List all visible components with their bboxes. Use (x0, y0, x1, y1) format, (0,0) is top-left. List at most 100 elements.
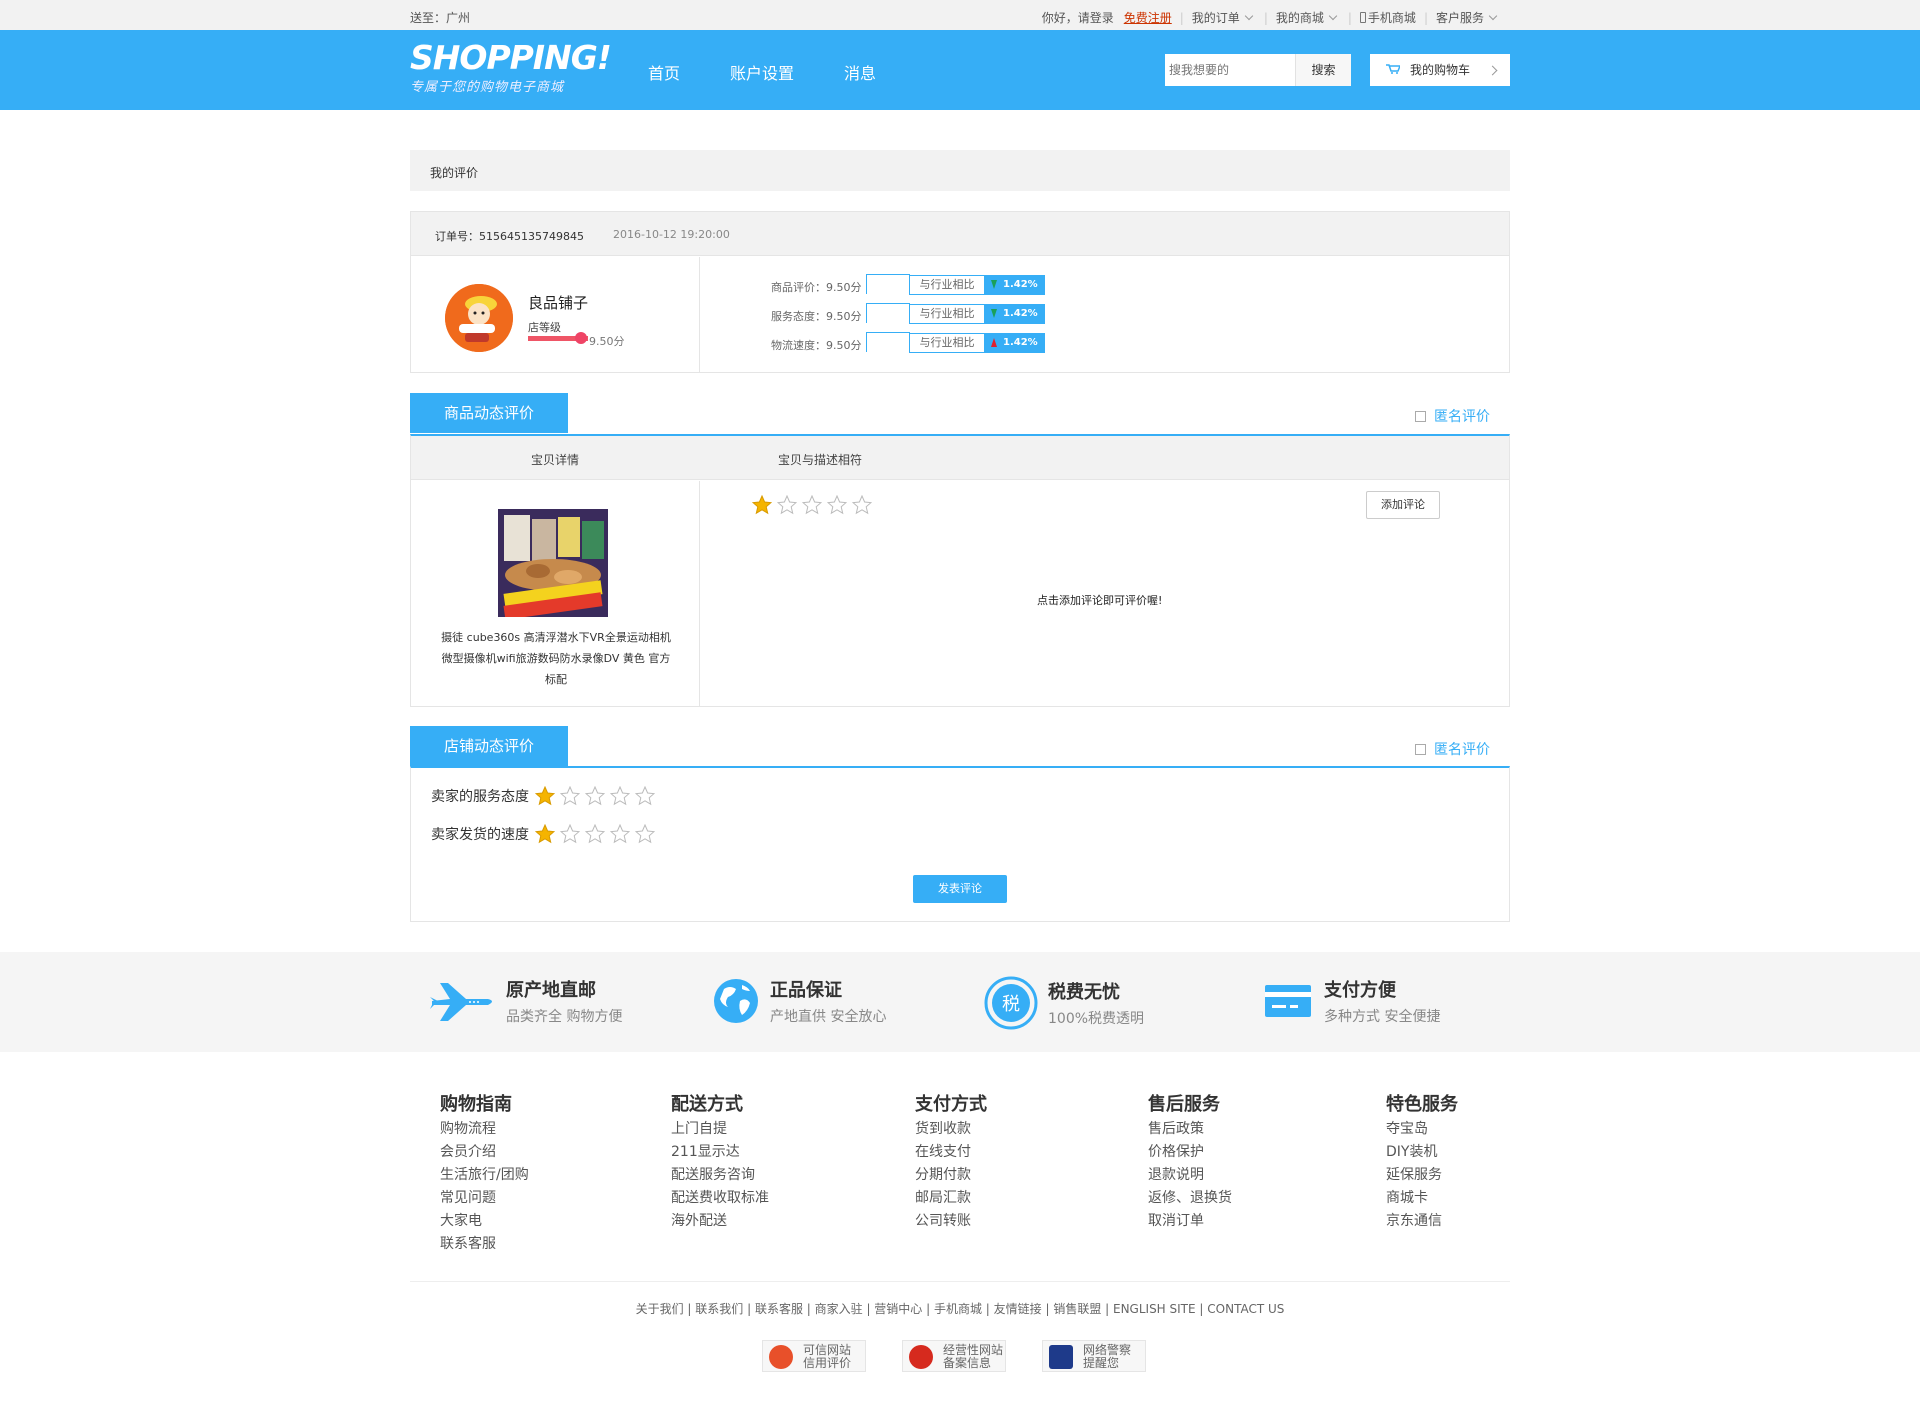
rating-pct: 1.42% (985, 275, 1045, 295)
tab-shop-review[interactable]: 店铺动态评价 (410, 726, 568, 766)
footer-links[interactable]: 关于我们 | 联系我们 | 联系客服 | 商家入驻 | 营销中心 | 手机商城 … (0, 1300, 1920, 1317)
anonymous-toggle-product[interactable]: 匿名评价 (1415, 406, 1490, 426)
star-empty-icon[interactable] (560, 824, 580, 844)
badge-line: 经营性网站 (943, 1343, 1004, 1357)
star-empty-icon[interactable] (827, 495, 847, 515)
footer-link[interactable]: 价格保护 (1148, 1141, 1232, 1164)
search-input[interactable] (1165, 54, 1293, 86)
star-empty-icon[interactable] (635, 824, 655, 844)
header: SHOPPING! 专属于您的购物电子商城 首页 账户设置 消息 搜索 我的购物… (0, 30, 1920, 110)
shop-name[interactable]: 良品铺子 (528, 292, 588, 313)
footer-link[interactable]: DIY装机 (1386, 1141, 1458, 1164)
star-empty-icon[interactable] (635, 786, 655, 806)
feature-strip: 原产地直邮 品类齐全 购物方便 正品保证 产地直供 安全放心 税 税费无忧 10… (0, 952, 1920, 1052)
footer-col-payment: 支付方式 货到收款 在线支付 分期付款 邮局汇款 公司转账 (915, 1090, 987, 1233)
customer-service-menu[interactable]: 客户服务 (1436, 9, 1484, 26)
footer-divider (410, 1281, 1510, 1282)
footer-link[interactable]: 会员介绍 (440, 1141, 529, 1164)
nav-account-settings[interactable]: 账户设置 (730, 60, 794, 84)
badge-line: 可信网站 (803, 1343, 852, 1357)
product-name[interactable]: 摄徒 cube360s 高清浮潜水下VR全景运动相机微型摄像机wifi旅游数码防… (437, 627, 675, 690)
footer-link[interactable]: 售后政策 (1148, 1118, 1232, 1141)
badge-line: 网络警察 (1083, 1343, 1132, 1357)
footer-link[interactable]: 211显示达 (671, 1141, 769, 1164)
product-image[interactable] (498, 509, 608, 617)
rating-compare: 与行业相比 (909, 275, 985, 295)
footer-link[interactable]: 联系客服 (440, 1233, 529, 1256)
anonymous-toggle-shop[interactable]: 匿名评价 (1415, 739, 1490, 759)
star-empty-icon[interactable] (852, 495, 872, 515)
star-empty-icon[interactable] (585, 824, 605, 844)
nav-home[interactable]: 首页 (648, 60, 680, 84)
footer-link[interactable]: 常见问题 (440, 1187, 529, 1210)
trust-badges: 可信网站 信用评价 经营性网站 备案信息 网络警察 提醒您 (762, 1340, 1182, 1372)
order-number: 订单号：515645135749845 (435, 230, 584, 243)
ship-to-location[interactable]: 送至：广州 (410, 9, 470, 26)
footer-link[interactable]: 夺宝岛 (1386, 1118, 1458, 1141)
shop-logo[interactable] (445, 284, 513, 352)
nav-messages[interactable]: 消息 (844, 60, 876, 84)
footer-link[interactable]: 延保服务 (1386, 1164, 1458, 1187)
anonymous-checkbox[interactable] (1415, 743, 1426, 755)
tax-icon: 税 (984, 976, 1038, 1030)
service-attitude-stars[interactable] (535, 786, 660, 806)
chevron-right-icon (1487, 65, 1498, 76)
star-filled-icon[interactable] (752, 495, 772, 515)
my-orders-menu[interactable]: 我的订单 (1192, 9, 1240, 26)
footer-link[interactable]: 分期付款 (915, 1164, 987, 1187)
star-filled-icon[interactable] (535, 786, 555, 806)
submit-review-button[interactable]: 发表评论 (913, 875, 1007, 903)
chevron-down-icon (1328, 11, 1338, 21)
tab-product-review[interactable]: 商品动态评价 (410, 393, 568, 433)
footer-link[interactable]: 大家电 (440, 1210, 529, 1233)
footer-link[interactable]: 购物流程 (440, 1118, 529, 1141)
credit-badge-icon (769, 1345, 793, 1369)
rating-label: 物流速度：9.50分 (771, 339, 862, 352)
top-links: 你好，请登录 免费注册 | 我的订单 | 我的商城 | 手机商城 | 客户服务 (1042, 9, 1500, 26)
page-title: 我的评价 (430, 166, 479, 180)
star-filled-icon[interactable] (535, 824, 555, 844)
add-comment-button[interactable]: 添加评论 (1366, 491, 1440, 519)
footer-link[interactable]: 货到收款 (915, 1118, 987, 1141)
star-empty-icon[interactable] (610, 824, 630, 844)
register-link[interactable]: 免费注册 (1124, 9, 1172, 26)
shop-score: 9.50分 (589, 335, 625, 348)
badge-police[interactable]: 网络警察 提醒您 (1042, 1340, 1146, 1372)
badge-line: 信用评价 (803, 1356, 852, 1370)
footer-link[interactable]: 生活旅行/团购 (440, 1164, 529, 1187)
footer-link[interactable]: 商城卡 (1386, 1187, 1458, 1210)
badge-registration[interactable]: 经营性网站 备案信息 (902, 1340, 1006, 1372)
footer-link[interactable]: 公司转账 (915, 1210, 987, 1233)
star-empty-icon[interactable] (560, 786, 580, 806)
col-product-details: 宝贝详情 (531, 453, 580, 467)
footer-col-title: 配送方式 (671, 1094, 743, 1115)
footer-link[interactable]: 配送服务咨询 (671, 1164, 769, 1187)
footer-link[interactable]: 上门自提 (671, 1118, 769, 1141)
footer-col-delivery: 配送方式 上门自提 211显示达 配送服务咨询 配送费收取标准 海外配送 (671, 1090, 769, 1233)
star-empty-icon[interactable] (585, 786, 605, 806)
footer-link[interactable]: 取消订单 (1148, 1210, 1232, 1233)
star-empty-icon[interactable] (777, 495, 797, 515)
footer-link[interactable]: 海外配送 (671, 1210, 769, 1233)
globe-icon (714, 979, 758, 1023)
mobile-mall-link[interactable]: 手机商城 (1368, 9, 1416, 26)
my-mall-menu[interactable]: 我的商城 (1276, 9, 1324, 26)
search-button[interactable]: 搜索 (1295, 54, 1351, 86)
footer-link[interactable]: 退款说明 (1148, 1164, 1232, 1187)
description-rating-stars[interactable] (752, 495, 877, 515)
badge-credit[interactable]: 可信网站 信用评价 (762, 1340, 866, 1372)
login-link[interactable]: 你好，请登录 (1042, 9, 1114, 26)
star-empty-icon[interactable] (802, 495, 822, 515)
footer-link[interactable]: 配送费收取标准 (671, 1187, 769, 1210)
delivery-speed-stars[interactable] (535, 824, 660, 844)
rating-pct: 1.42% (985, 333, 1045, 353)
feature-title: 正品保证 (770, 980, 842, 1001)
anonymous-checkbox[interactable] (1415, 410, 1426, 422)
cart-button[interactable]: 我的购物车 (1370, 54, 1510, 86)
logo[interactable]: SHOPPING! (410, 38, 612, 77)
footer-link[interactable]: 在线支付 (915, 1141, 987, 1164)
footer-link[interactable]: 返修、退换货 (1148, 1187, 1232, 1210)
footer-link[interactable]: 京东通信 (1386, 1210, 1458, 1233)
footer-link[interactable]: 邮局汇款 (915, 1187, 987, 1210)
star-empty-icon[interactable] (610, 786, 630, 806)
